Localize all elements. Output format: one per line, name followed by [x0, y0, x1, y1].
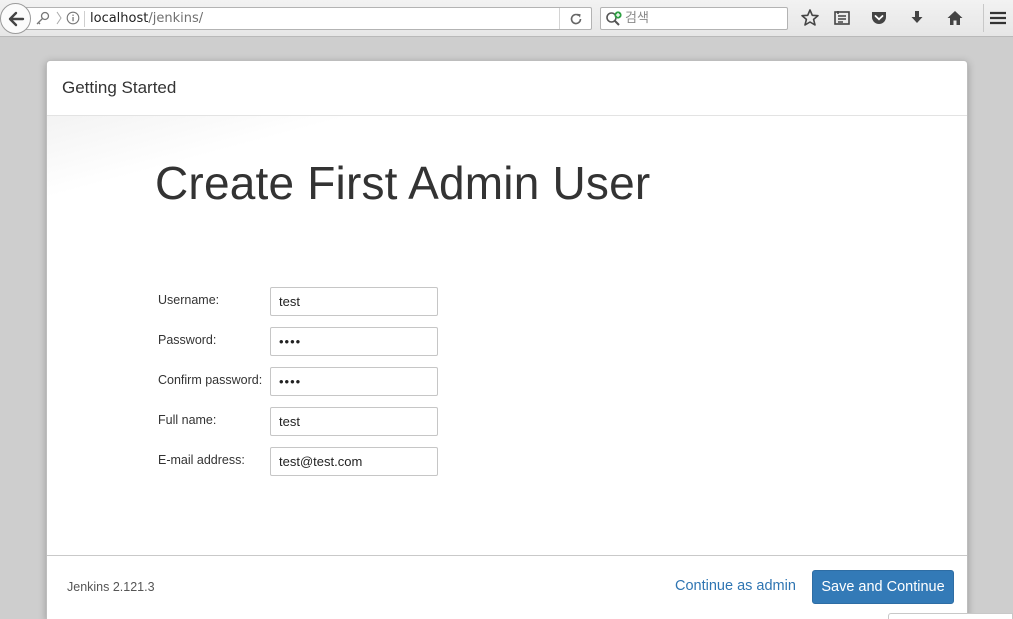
reload-icon	[570, 13, 582, 25]
page-title: Create First Admin User	[155, 157, 651, 209]
email-label: E-mail address:	[158, 453, 245, 467]
url-path: /jenkins/	[148, 11, 204, 26]
search-input[interactable]	[625, 10, 781, 27]
save-and-continue-button[interactable]: Save and Continue	[812, 570, 954, 604]
back-arrow-icon	[8, 11, 25, 27]
full-name-label: Full name:	[158, 413, 217, 427]
dialog-title: Getting Started	[62, 78, 177, 97]
confirm-password-label: Confirm password:	[158, 373, 263, 387]
dialog-header: Getting Started	[47, 61, 967, 116]
search-engine-icon	[606, 11, 622, 26]
toolbar-separator	[983, 4, 984, 32]
continue-as-admin-link[interactable]: Continue as admin	[675, 578, 796, 594]
confirm-password-input[interactable]	[270, 367, 438, 396]
info-icon[interactable]	[66, 10, 80, 29]
username-label: Username:	[158, 293, 220, 307]
browser-toolbar: localhost/jenkins/	[0, 0, 1013, 37]
download-icon[interactable]	[907, 8, 929, 30]
url-host: localhost	[90, 11, 149, 26]
key-icon[interactable]	[34, 10, 52, 29]
chevron-right-icon	[56, 10, 62, 29]
reading-list-icon[interactable]	[832, 8, 854, 30]
corner-panel-tab	[888, 613, 1013, 619]
reload-button[interactable]	[559, 8, 591, 29]
search-bar[interactable]	[600, 7, 788, 30]
full-name-input[interactable]	[270, 407, 438, 436]
hamburger-menu-icon[interactable]	[988, 8, 1010, 30]
url-bar-icons	[34, 10, 80, 28]
dialog-footer: Jenkins 2.121.3 Continue as admin Save a…	[47, 555, 967, 619]
username-input[interactable]	[270, 287, 438, 316]
setup-wizard-dialog: Getting Started Create First Admin User …	[46, 60, 968, 619]
email-input[interactable]	[270, 447, 438, 476]
url-bar[interactable]: localhost/jenkins/	[26, 7, 592, 30]
password-label: Password:	[158, 333, 217, 347]
password-input[interactable]	[270, 327, 438, 356]
home-icon[interactable]	[945, 8, 967, 30]
bookmark-star-icon[interactable]	[800, 8, 822, 30]
url-text[interactable]: localhost/jenkins/	[90, 11, 203, 26]
url-separator	[84, 11, 85, 27]
pocket-icon[interactable]	[869, 8, 891, 30]
dialog-body: Create First Admin User Username: Passwo…	[47, 116, 967, 556]
jenkins-version: Jenkins 2.121.3	[67, 580, 155, 594]
back-button[interactable]	[0, 3, 31, 34]
